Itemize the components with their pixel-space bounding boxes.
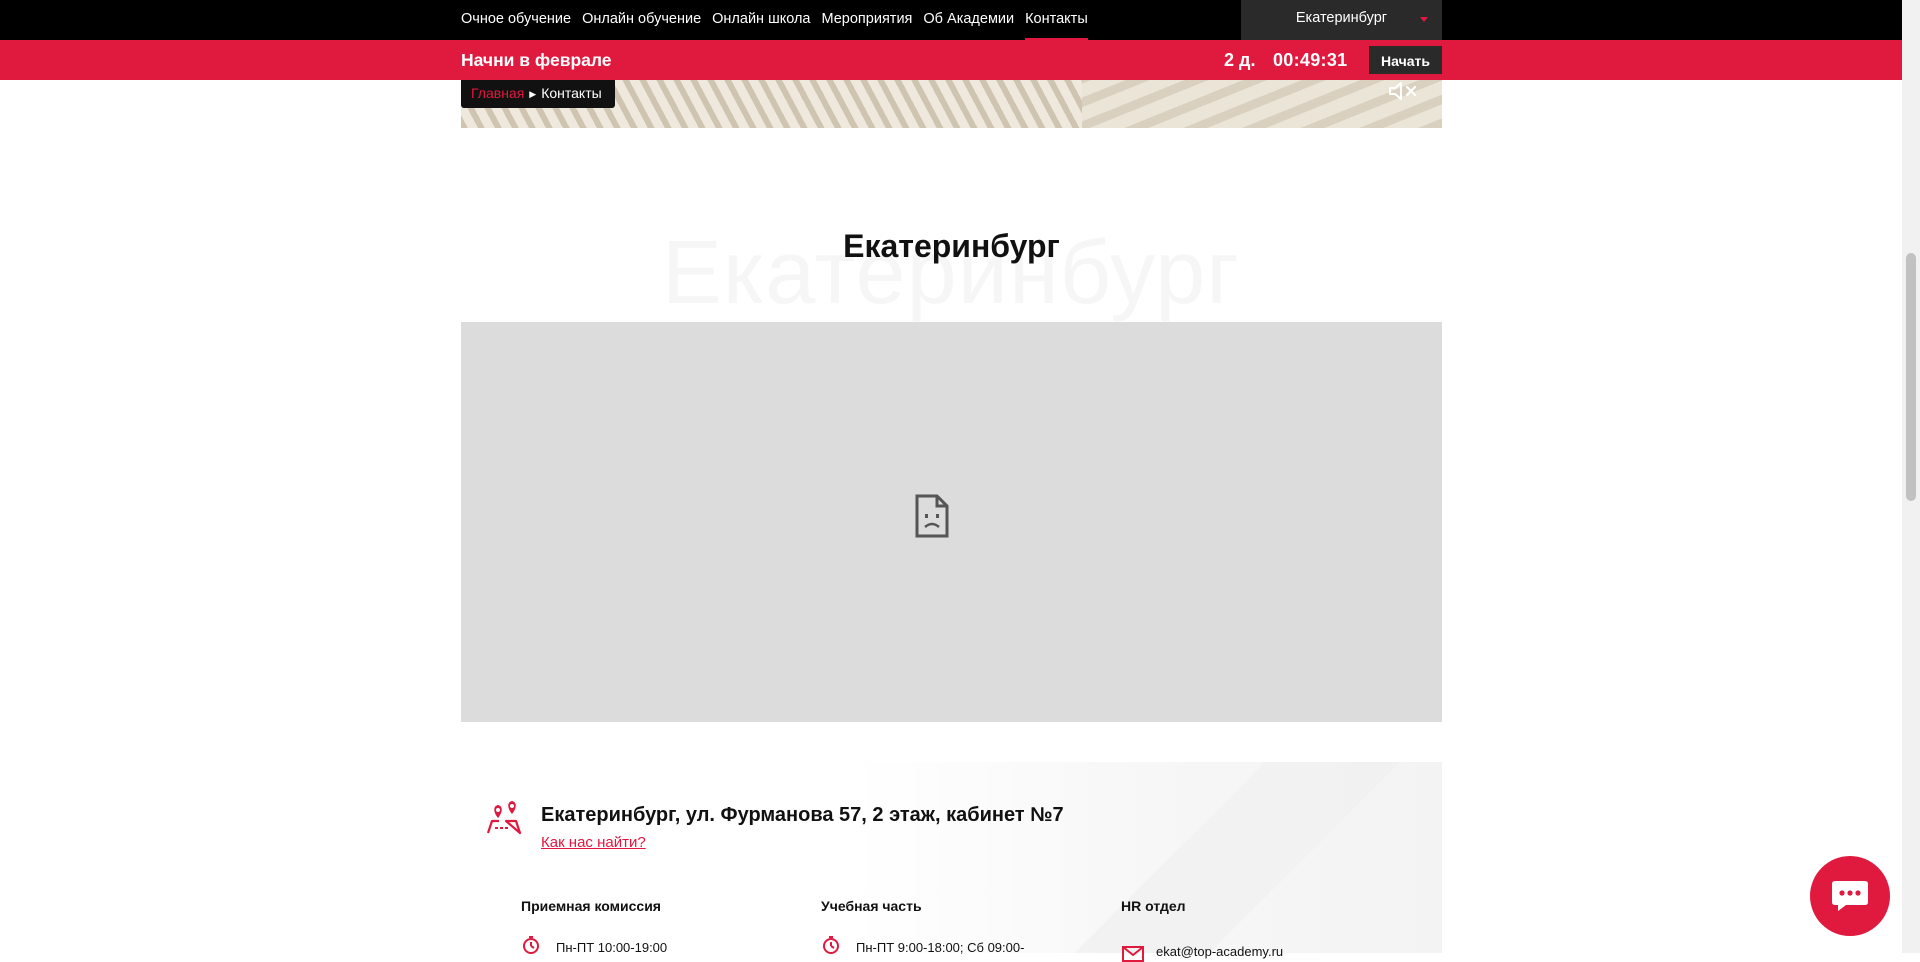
directions-link[interactable]: Как нас найти? — [541, 834, 646, 851]
chat-bubble-icon — [1832, 881, 1868, 911]
contact-decoration — [1020, 762, 1442, 953]
dept-title-academic: Учебная часть — [821, 898, 922, 914]
top-navigation-bar: Очное обучение Онлайн обучение Онлайн шк… — [0, 0, 1902, 40]
nav-item-about[interactable]: Об Академии — [923, 0, 1014, 40]
clock-icon — [523, 936, 539, 954]
scrollbar-thumb[interactable] — [1906, 253, 1916, 501]
nav-item-full-time[interactable]: Очное обучение — [461, 0, 571, 40]
address-text: Екатеринбург, ул. Фурманова 57, 2 этаж, … — [541, 804, 1064, 826]
breadcrumb-home-link[interactable]: Главная — [471, 85, 524, 101]
broken-file-icon — [915, 494, 949, 538]
city-select[interactable]: Екатеринбург — [1241, 0, 1442, 40]
nav-item-events[interactable]: Мероприятия — [822, 0, 913, 40]
clock-icon — [823, 936, 839, 954]
breadcrumb-current: Контакты — [541, 85, 602, 101]
caret-down-icon — [1420, 17, 1428, 22]
page-scrollbar[interactable] — [1902, 0, 1920, 953]
page-title: Екатеринбург — [843, 228, 1060, 264]
nav-item-contacts[interactable]: Контакты — [1025, 0, 1088, 40]
promo-title: Начни в феврале — [461, 50, 612, 70]
breadcrumb-arrow-icon: ▶ — [529, 89, 537, 99]
mail-icon — [1122, 946, 1144, 962]
map-pin-icon — [486, 801, 522, 835]
countdown-days: 2 д. — [1224, 50, 1256, 70]
promo-banner: Начни в феврале 2 д. 00:49:31 Начать — [0, 40, 1902, 80]
map-embed[interactable] — [461, 322, 1442, 722]
hr-email-link[interactable]: ekat@top-academy.ru — [1156, 944, 1283, 959]
volume-mute-icon[interactable] — [1388, 80, 1422, 102]
nav-item-online-learning[interactable]: Онлайн обучение — [582, 0, 701, 40]
nav-item-online-school[interactable]: Онлайн школа — [712, 0, 810, 40]
chat-button[interactable] — [1810, 856, 1890, 936]
main-nav: Очное обучение Онлайн обучение Онлайн шк… — [461, 0, 1099, 40]
breadcrumb: Главная ▶ Контакты — [461, 80, 615, 108]
city-select-value: Екатеринбург — [1295, 10, 1388, 26]
countdown-time: 00:49:31 — [1273, 50, 1348, 70]
dept-title-admissions: Приемная комиссия — [521, 898, 661, 914]
dept-title-hr: HR отдел — [1121, 898, 1186, 914]
start-button[interactable]: Начать — [1369, 46, 1442, 74]
